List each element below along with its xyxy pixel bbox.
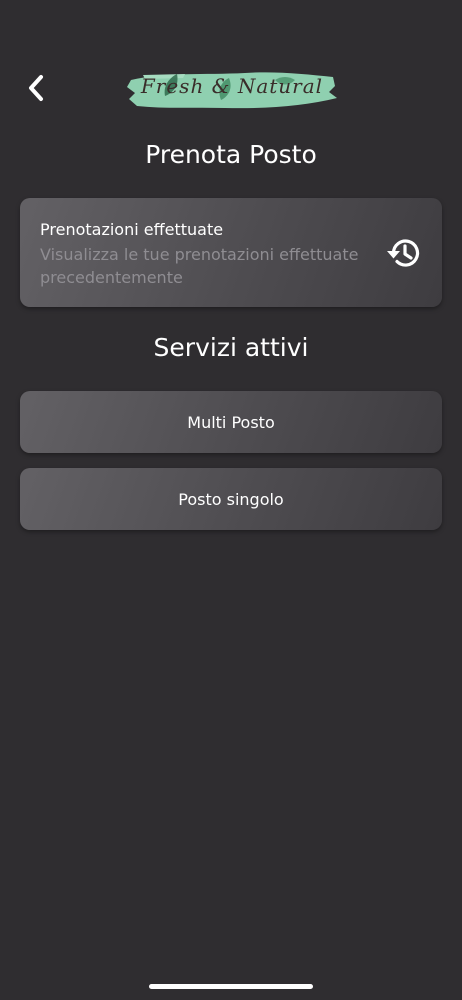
history-card-subtitle: Visualizza le tue prenotazioni effettuat… [40, 245, 359, 287]
logo-text: Fresh & Natural [140, 74, 324, 98]
services-heading: Servizi attivi [153, 333, 309, 362]
service-label: Multi Posto [187, 412, 275, 432]
history-icon [387, 239, 420, 267]
history-card-title: Prenotazioni effettuate [40, 220, 224, 239]
service-label: Posto singolo [178, 489, 284, 509]
history-card[interactable]: Prenotazioni effettuate Visualizza le tu… [20, 198, 442, 307]
page-title: Prenota Posto [145, 140, 317, 169]
service-button-multi-posto[interactable]: Multi Posto [20, 391, 442, 453]
home-indicator[interactable] [149, 984, 313, 989]
brand-logo: Fresh & Natural [125, 66, 339, 116]
service-button-posto-singolo[interactable]: Posto singolo [20, 468, 442, 530]
back-button[interactable] [18, 70, 54, 106]
chevron-left-icon [29, 75, 43, 101]
